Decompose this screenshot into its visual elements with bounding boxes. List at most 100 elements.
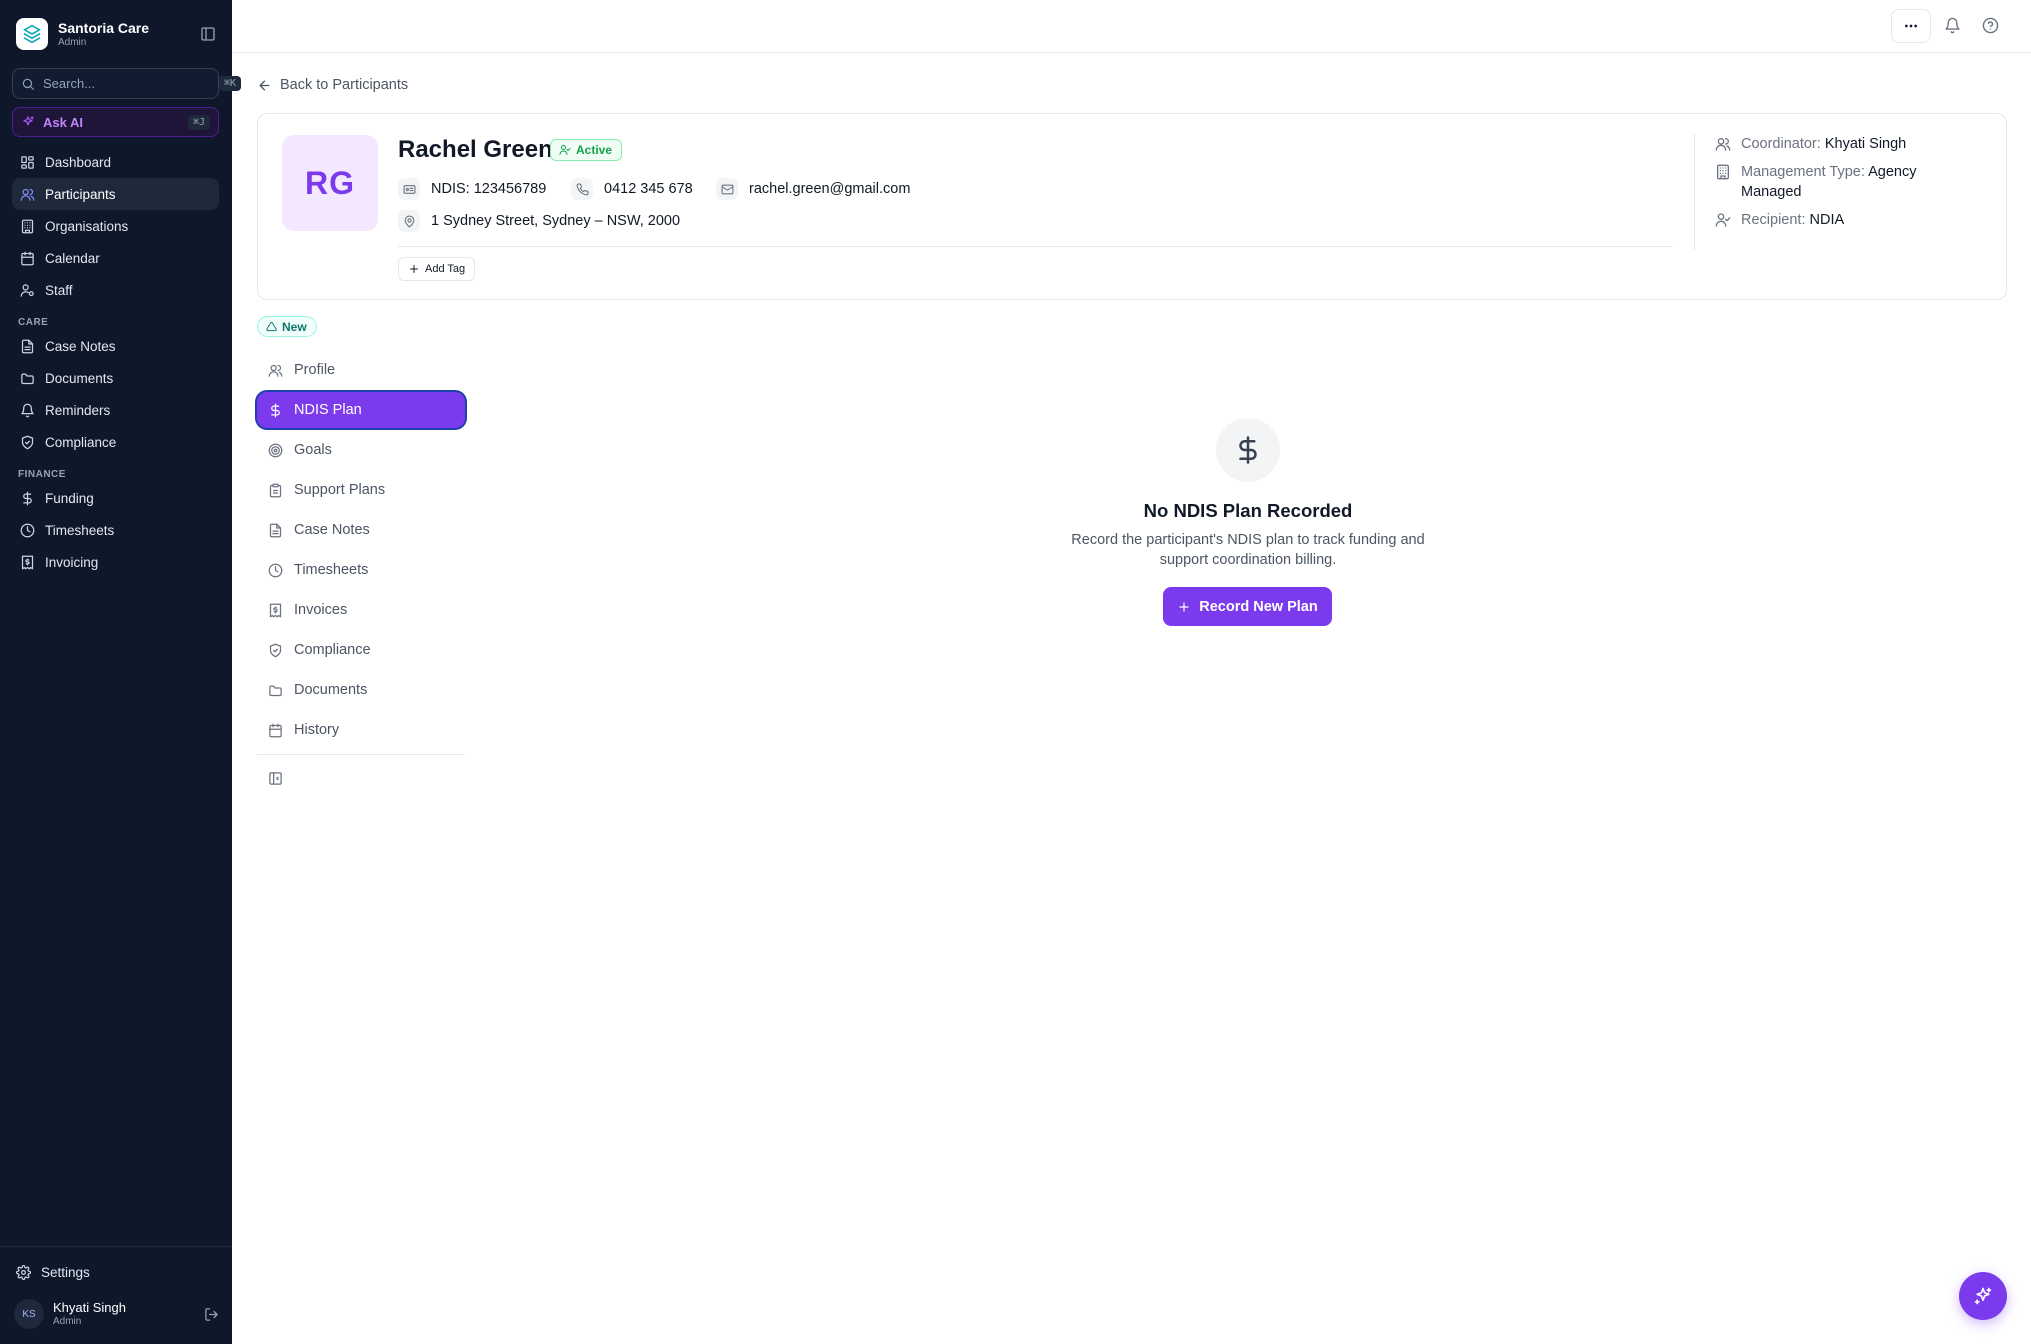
record-new-plan-button[interactable]: Record New Plan <box>1163 587 1332 626</box>
nav-item-label: Staff <box>45 282 73 298</box>
main-nav: Dashboard Participants Organisations Cal… <box>12 146 219 578</box>
user-card[interactable]: KS Khyati Singh Admin <box>14 1297 219 1331</box>
nav-item-settings[interactable]: Settings <box>12 1256 219 1288</box>
nav-item-invoicing[interactable]: Invoicing <box>12 546 219 578</box>
tab-ndis-plan[interactable]: NDIS Plan <box>257 392 465 428</box>
nav-item-compliance[interactable]: Compliance <box>12 426 219 458</box>
management-type-row: Management Type: Agency Managed <box>1715 162 1975 202</box>
management-type-label: Management Type: <box>1741 164 1865 180</box>
user-cog-icon <box>20 283 35 298</box>
more-horizontal-icon <box>1905 24 1917 28</box>
nav-item-reminders[interactable]: Reminders <box>12 394 219 426</box>
receipt-icon <box>268 603 283 618</box>
empty-state-description-line1: Record the participant's NDIS plan to tr… <box>1071 532 1425 548</box>
sidebar-toggle-icon[interactable] <box>200 26 216 42</box>
calendar-icon <box>20 251 35 266</box>
ai-assistant-fab[interactable] <box>1959 1272 2007 1320</box>
tab-label: NDIS Plan <box>294 402 362 418</box>
new-badge: New <box>257 316 317 337</box>
arrow-left-icon <box>257 78 272 93</box>
ask-ai-button[interactable]: Ask AI ⌘J <box>12 107 219 137</box>
tab-label: Timesheets <box>294 562 369 578</box>
tab-support-plans[interactable]: Support Plans <box>257 472 465 508</box>
nav-item-staff[interactable]: Staff <box>12 274 219 306</box>
clipboard-icon <box>268 483 283 498</box>
brand-role: Admin <box>58 36 87 48</box>
tab-label: Goals <box>294 442 332 458</box>
panel-collapse-icon[interactable] <box>268 771 283 786</box>
empty-state-description: Record the participant's NDIS plan to tr… <box>1048 530 1448 570</box>
bell-icon <box>20 403 35 418</box>
sidebar: Santoria Care Admin ⌘K Ask AI ⌘J Dashboa… <box>0 0 242 1344</box>
empty-state-title: No NDIS Plan Recorded <box>1143 500 1353 521</box>
nav-item-label: Reminders <box>45 402 111 418</box>
tab-label: Case Notes <box>294 522 370 538</box>
tab-documents[interactable]: Documents <box>257 672 465 708</box>
tab-invoices[interactable]: Invoices <box>257 592 465 628</box>
more-options-button[interactable] <box>1891 9 1931 43</box>
user-check-icon <box>559 144 571 156</box>
tab-timesheets[interactable]: Timesheets <box>257 552 465 588</box>
ndis-number-text: NDIS: 123456789 <box>431 181 547 197</box>
file-text-icon <box>20 339 35 354</box>
record-new-plan-label: Record New Plan <box>1199 598 1318 615</box>
tab-case-notes[interactable]: Case Notes <box>257 512 465 548</box>
phone-number[interactable]: 0412 345 678 <box>571 178 693 200</box>
add-tag-button[interactable]: Add Tag <box>398 257 476 281</box>
building-icon <box>1715 164 1731 180</box>
nav-item-case-notes[interactable]: Case Notes <box>12 330 219 362</box>
coordinator-row: Coordinator: Khyati Singh <box>1715 134 1975 154</box>
add-tag-label: Add Tag <box>425 263 466 275</box>
empty-state-dollar-icon <box>1216 418 1280 482</box>
nav-item-funding[interactable]: Funding <box>12 482 219 514</box>
nav-item-participants[interactable]: Participants <box>12 178 219 210</box>
nav-item-documents[interactable]: Documents <box>12 362 219 394</box>
nav-item-label: Participants <box>45 186 116 202</box>
tab-label: Invoices <box>294 602 348 618</box>
grid-icon <box>20 155 35 170</box>
status-label: Active <box>576 143 613 157</box>
dollar-icon <box>268 403 283 418</box>
nav-item-label: Dashboard <box>45 154 112 170</box>
search-input[interactable] <box>43 76 219 91</box>
nav-item-dashboard[interactable]: Dashboard <box>12 146 219 178</box>
tab-history[interactable]: History <box>257 712 465 748</box>
tab-compliance[interactable]: Compliance <box>257 632 465 668</box>
recipient-row: Recipient: NDIA <box>1715 210 1975 230</box>
back-to-participants-link[interactable]: Back to Participants <box>257 77 408 93</box>
nav-item-timesheets[interactable]: Timesheets <box>12 514 219 546</box>
map-pin-icon <box>398 210 420 232</box>
coordinator-value: Khyati Singh <box>1824 136 1907 152</box>
notifications-bell-icon[interactable] <box>1944 17 1961 34</box>
id-card-icon <box>398 178 420 200</box>
settings-label: Settings <box>41 1264 90 1280</box>
header-vertical-divider <box>1694 134 1695 250</box>
help-circle-icon[interactable] <box>1982 17 1999 34</box>
brand-name: Santoria Care <box>58 19 150 36</box>
nav-item-calendar[interactable]: Calendar <box>12 242 219 274</box>
clock-icon <box>268 563 283 578</box>
brand[interactable]: Santoria Care Admin <box>16 18 149 50</box>
participant-avatar: RG <box>282 135 378 231</box>
nav-item-label: Case Notes <box>45 338 116 354</box>
phone-icon <box>571 178 593 200</box>
email-text: rachel.green@gmail.com <box>749 181 911 197</box>
layers-logo-icon <box>16 18 48 50</box>
tab-label: Compliance <box>294 642 371 658</box>
ask-ai-shortcut: ⌘J <box>187 114 210 130</box>
target-icon <box>268 443 283 458</box>
participant-name: Rachel Green <box>398 136 553 163</box>
logout-icon[interactable] <box>204 1307 219 1322</box>
search-shortcut: ⌘K <box>219 76 242 91</box>
nav-item-label: Compliance <box>45 434 117 450</box>
nav-item-label: Funding <box>45 490 94 506</box>
phone-number-text: 0412 345 678 <box>604 181 693 197</box>
tab-goals[interactable]: Goals <box>257 432 465 468</box>
ask-ai-label: Ask AI <box>43 114 83 130</box>
clock-icon <box>20 523 35 538</box>
email-address[interactable]: rachel.green@gmail.com <box>716 178 910 200</box>
nav-item-organisations[interactable]: Organisations <box>12 210 219 242</box>
tab-profile[interactable]: Profile <box>257 352 465 388</box>
header-divider <box>398 246 1673 247</box>
settings-nav: Settings <box>12 1256 219 1288</box>
